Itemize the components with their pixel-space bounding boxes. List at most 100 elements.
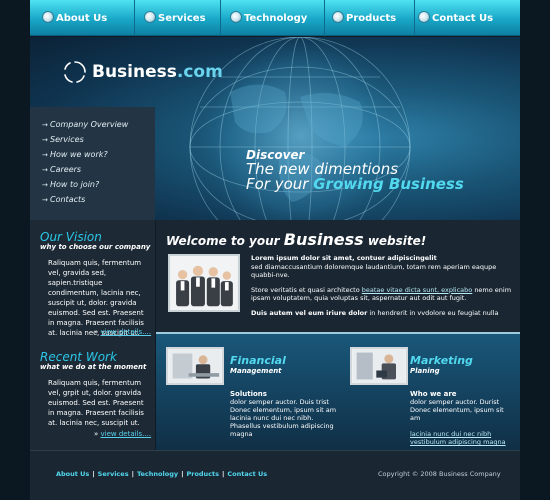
team-photo [168,254,240,312]
welcome-text: Lorem ipsum dolor sit amet, contuer adip… [251,254,513,317]
side-menu: → Company Overview → Services → How we work… [30,107,155,220]
top-nav: About Us Services Technology Products Co… [30,0,520,36]
marketing-link[interactable]: lacinia nunc dui nec nibh vestibulum adi… [410,430,506,446]
menu-label: Contacts [50,195,86,204]
marketing-body: dolor semper auctor. Durist Donec elemen… [410,398,510,446]
nav-divider [324,0,325,36]
marketing-photo [350,347,408,385]
welcome-para-2: Store veritatis et quasi architecto beat… [251,286,513,303]
marketing-photo-image [353,349,405,383]
arrow-icon: → [42,180,48,189]
welcome-title-prefix: Welcome to your [166,234,284,248]
para2-text-a: Store veritatis et quasi architecto [251,285,362,294]
vision-title: Our Vision [40,230,102,244]
arrow-icon: → [42,195,48,204]
menu-item-company-overview[interactable]: → Company Overview [30,117,155,132]
menu-item-services[interactable]: → Services [30,132,155,147]
recent-subtitle: what we do at the moment [40,363,147,371]
menu-label: Services [50,135,84,144]
team-photo-image [170,256,238,310]
vision-more: » view details.... [94,328,151,336]
footer-link-services[interactable]: Services [98,470,129,478]
menu-item-contacts[interactable]: → Contacts [30,192,155,207]
menu-label: How we work? [50,150,108,159]
nav-bullet-icon [332,11,344,23]
nav-label: About Us [56,12,108,24]
footer-link-technology[interactable]: Technology [137,470,178,478]
page: About Us Services Technology Products Co… [0,0,550,500]
arrow-icon: → [42,135,48,144]
nav-products[interactable]: Products [328,0,396,36]
marketing-subtitle: Planing [410,367,440,375]
footer-link-products[interactable]: Products [186,470,219,478]
copyright: Copyright © 2008 Business Company [378,470,501,478]
nav-services[interactable]: Services [140,0,206,36]
financial-subtitle: Management [230,367,282,375]
site-container: About Us Services Technology Products Co… [30,0,520,500]
welcome-section: Welcome to your Business website! Lorem … [156,220,520,332]
nav-contact-us[interactable]: Contact Us [414,0,493,36]
nav-label: Technology [244,12,308,24]
footer-separator: | [92,470,95,478]
financial-photo-image [169,349,221,383]
right-margin [520,0,550,500]
welcome-para-3: Duis autem vel eum iriure dolor in hendr… [251,309,513,318]
marketing-title: Marketing [410,354,473,367]
footer-links: About Us | Services | Technology | Products | Co… [56,470,267,478]
menu-item-how-we-work[interactable]: → How we work? [30,147,155,162]
menu-label: How to join? [50,180,100,189]
financial-heading: Solutions [230,390,267,398]
menu-label: Company Overview [50,120,129,129]
nav-bullet-icon [418,11,430,23]
nav-divider [220,0,221,36]
arrow-icon: → [42,165,48,174]
menu-label: Careers [50,165,82,174]
arrow-icon: → [42,150,48,159]
menu-item-careers[interactable]: → Careers [30,162,155,177]
site-logo[interactable]: Business .com [62,59,223,85]
nav-label: Contact Us [432,12,494,24]
financial-photo [166,347,224,385]
hero-tagline-3: For your Growing Business [246,175,464,193]
arrow-icon: → [42,120,48,129]
nav-label: Services [158,12,206,24]
tagline-prefix: For your [246,175,314,193]
logo-suffix: .com [176,62,223,82]
welcome-title-suffix: website! [363,234,427,248]
nav-bullet-icon [144,11,156,23]
vision-body: Raliquam quis, fermentum vel, gravida se… [48,259,144,337]
logo-swirl-icon [64,61,86,83]
nav-bullet-icon [42,11,54,23]
footer-link-about-us[interactable]: About Us [56,470,89,478]
hero-banner: Business .com → Company Overview → Services… [30,37,520,220]
marketing-heading: Who we are [410,390,457,398]
nav-technology[interactable]: Technology [226,0,307,36]
financial-title: Financial [230,354,286,367]
recent-title: Recent Work [40,350,117,364]
recent-view-details-link[interactable]: view details.... [101,430,152,438]
para3-bold: Duis autem vel eum iriure dolor [251,308,368,317]
nav-divider [134,0,135,36]
vision-subtitle: why to choose our company [40,243,151,251]
para2-link[interactable]: beatae vitae dicta sunt, explicabo [362,286,473,294]
recent-more: » view details.... [94,430,151,438]
footer-separator: | [181,470,184,478]
para1-text: sed diamaccusantium doloremque laudantiu… [251,262,497,280]
nav-label: Products [346,12,397,24]
nav-bullet-icon [230,11,242,23]
marketing-body-text: dolor semper auctor. Durist Donec elemen… [410,398,504,422]
logo-brand: Business [92,62,177,82]
vision-view-details-link[interactable]: view details.... [101,328,152,336]
menu-item-how-to-join[interactable]: → How to join? [30,177,155,192]
welcome-title-big: Business [283,230,364,249]
financial-body: dolor semper auctor. Duis trist Donec el… [230,398,337,438]
recent-body: Raliquam quis, fermentum vel, grpit ut, … [48,379,144,427]
footer-link-contact-us[interactable]: Contact Us [227,470,267,478]
nav-about-us[interactable]: About Us [38,0,107,36]
welcome-para-1: Lorem ipsum dolor sit amet, contuer adip… [251,254,513,280]
footer-separator: | [222,470,225,478]
para3-text: in hendrerit in vvdolore eu feugiat null… [367,308,499,317]
tagline-highlight: Growing Business [313,175,464,193]
welcome-title: Welcome to your Business website! [166,230,426,249]
services-section: Financial Management Solutions dolor sem… [156,334,520,450]
